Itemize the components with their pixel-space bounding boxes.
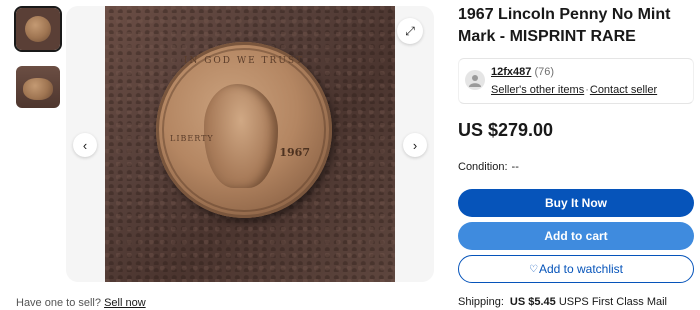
listing-price: US $279.00: [458, 120, 554, 140]
chevron-right-icon: ›: [412, 137, 418, 153]
seller-card: 12fx487 (76) Seller's other items·Contac…: [458, 58, 694, 104]
seller-feedback-score: (76): [534, 66, 554, 78]
shipping-amount: US $5.45: [509, 296, 556, 308]
next-image-button[interactable]: ›: [403, 133, 427, 157]
seller-avatar-icon[interactable]: [465, 70, 485, 90]
coin-liberty: LIBERTY: [170, 134, 214, 143]
main-photo: IN GOD WE TRUST LIBERTY 1967: [105, 6, 395, 282]
expand-icon: ⤢: [405, 23, 415, 38]
thumbnail-1[interactable]: [14, 6, 62, 52]
listing-info: 1967 Lincoln Penny No Mint Mark - MISPRI…: [458, 4, 694, 283]
seller-links: Seller's other items·Contact seller: [491, 84, 658, 96]
image-viewer: IN GOD WE TRUST LIBERTY 1967 ‹ › ⤢: [66, 6, 434, 282]
contact-seller-link[interactable]: Contact seller: [590, 84, 657, 96]
expand-image-button[interactable]: ⤢: [397, 18, 423, 44]
condition-label: Condition:: [458, 161, 508, 173]
condition-value: --: [511, 161, 519, 173]
sell-now-link[interactable]: Sell now: [104, 297, 146, 309]
thumbnail-strip: [14, 6, 62, 122]
seller-other-items-link[interactable]: Seller's other items: [491, 84, 584, 96]
coin-year: 1967: [279, 146, 310, 159]
condition-row: Condition: --: [458, 161, 694, 173]
seller-name-link[interactable]: 12fx487: [491, 66, 531, 78]
previous-image-button[interactable]: ‹: [73, 133, 97, 157]
sell-prompt: Have one to sell? Sell now: [16, 297, 146, 309]
seller-name-row: 12fx487 (76): [491, 66, 554, 78]
coin-motto: IN GOD WE TRUST: [183, 56, 305, 66]
lincoln-bust: [204, 84, 278, 188]
shipping-row: Shipping: US $5.45 USPS First Class Mail: [458, 296, 667, 308]
listing-title: 1967 Lincoln Penny No Mint Mark - MISPRI…: [458, 6, 671, 45]
coin-image: IN GOD WE TRUST LIBERTY 1967: [156, 42, 332, 218]
shipping-service: USPS First Class Mail: [558, 296, 667, 308]
sell-prompt-text: Have one to sell?: [16, 297, 101, 309]
thumbnail-2[interactable]: [14, 64, 62, 110]
add-to-watchlist-button[interactable]: ♡ Add to watchlist: [458, 255, 694, 283]
heart-icon: ♡: [528, 263, 538, 275]
shipping-label: Shipping:: [458, 296, 504, 308]
chevron-left-icon: ‹: [82, 137, 88, 153]
watchlist-label: Add to watchlist: [538, 262, 623, 276]
add-to-cart-button[interactable]: Add to cart: [458, 222, 694, 250]
buy-it-now-button[interactable]: Buy It Now: [458, 189, 694, 217]
